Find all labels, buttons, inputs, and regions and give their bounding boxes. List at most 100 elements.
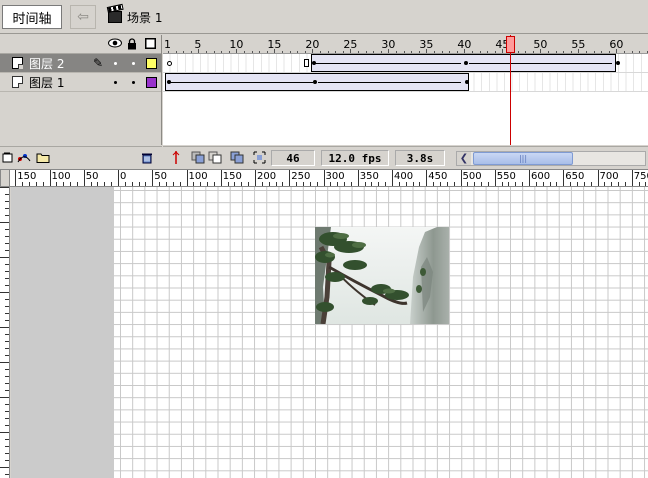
- stage-ruler-tick: [631, 170, 633, 186]
- stage-ruler-tick: [412, 182, 414, 186]
- scroll-thumb[interactable]: |||: [473, 152, 573, 165]
- stage-ruler-tick: [35, 182, 37, 186]
- frame-ruler-tick: [426, 49, 428, 53]
- frame-ruler-tick: [601, 51, 603, 53]
- stage-ruler-tick: [529, 170, 530, 186]
- outline-square-icon[interactable]: [145, 38, 156, 52]
- frame-ruler-tick: [456, 51, 458, 53]
- frame-ruler-tick: [335, 51, 337, 53]
- modify-onion-markers-icon[interactable]: [253, 151, 266, 164]
- stage-ruler-label: 50: [85, 171, 99, 182]
- stage-ruler-tick: [385, 182, 387, 186]
- vertical-ruler-tick: [0, 187, 9, 188]
- stage-ruler-tick: [364, 182, 366, 186]
- back-button[interactable]: ⇦: [70, 5, 96, 29]
- stage-ruler-tick: [165, 182, 167, 186]
- keyframe[interactable]: [465, 80, 469, 84]
- frames-row-layer-1[interactable]: [163, 73, 648, 92]
- vertical-ruler-tick: [5, 194, 9, 195]
- stage-ruler-label: 250: [291, 171, 311, 182]
- stage-canvas[interactable]: [114, 187, 648, 478]
- stage-ruler-tick: [248, 182, 250, 186]
- stage-ruler-tick: [131, 182, 133, 186]
- layer-name: 图层 2: [29, 56, 65, 71]
- keyframe[interactable]: [313, 80, 317, 84]
- vertical-ruler-tick: [0, 467, 9, 468]
- stage-ruler-tick: [638, 182, 640, 186]
- scene-breadcrumb[interactable]: 场景 1: [108, 8, 162, 26]
- layers-header: [0, 35, 161, 54]
- edit-multiple-frames-icon[interactable]: [230, 151, 244, 164]
- playhead-handle[interactable]: [506, 36, 515, 53]
- add-guide-layer-icon[interactable]: [17, 152, 31, 163]
- frame-ruler-tick: [502, 49, 504, 53]
- frame-ruler-tick: [221, 51, 223, 53]
- frame-ruler-tick: [479, 51, 481, 53]
- frame-ruler[interactable]: 1 5 10 15 20 25 30 35 40 45 50 55 60: [163, 35, 648, 54]
- trash-icon[interactable]: [141, 152, 153, 164]
- stage-ruler-tick: [255, 170, 256, 186]
- elapsed-time-field: 3.8s: [395, 150, 445, 166]
- stage-ruler-tick: [611, 182, 613, 186]
- vertical-ruler-tick: [5, 264, 9, 265]
- stage-ruler-tick: [645, 182, 647, 186]
- end-frame-marker[interactable]: [304, 59, 309, 67]
- stage-ruler-label: 550: [496, 171, 516, 182]
- frame-ruler-label: 1: [164, 38, 171, 51]
- visibility-dot[interactable]: [114, 62, 117, 65]
- layer-row-2[interactable]: 图层 2 ✎: [0, 54, 161, 73]
- frame-ruler-tick: [274, 49, 276, 53]
- keyframe[interactable]: [464, 61, 468, 65]
- stage-ruler-label: 700: [599, 171, 619, 182]
- onion-skin-icon[interactable]: [191, 151, 205, 164]
- timeline-toggle-button[interactable]: 时间轴: [2, 5, 62, 29]
- outline-color-swatch[interactable]: [146, 58, 157, 69]
- timeline-horizontal-scrollbar[interactable]: ❮ |||: [456, 151, 646, 166]
- stage-ruler-label: 200: [257, 171, 277, 182]
- layer-row-1[interactable]: 图层 1: [0, 73, 161, 92]
- stage-ruler-tick: [323, 170, 325, 186]
- clapperboard-icon: [108, 11, 122, 23]
- layers-panel: 图层 2 ✎ 图层 1: [0, 35, 162, 145]
- frame-ruler-tick: [289, 51, 291, 53]
- stage-ruler-tick: [570, 182, 572, 186]
- frames-row-layer-2[interactable]: [163, 54, 648, 73]
- frame-rate-field[interactable]: 12.0 fps: [321, 150, 389, 166]
- visibility-dot[interactable]: [114, 81, 117, 84]
- eye-icon[interactable]: [108, 38, 122, 51]
- lock-icon[interactable]: [127, 38, 137, 53]
- ruler-corner: [0, 169, 10, 187]
- stage-ruler-tick: [296, 182, 298, 186]
- frame-ruler-tick: [532, 51, 534, 53]
- stage-ruler-tick: [302, 182, 304, 186]
- stage-ruler-label: 650: [565, 171, 585, 182]
- keyframe[interactable]: [616, 61, 620, 65]
- empty-keyframe[interactable]: [167, 61, 172, 66]
- insert-folder-icon[interactable]: [36, 152, 50, 163]
- insert-layer-icon[interactable]: [2, 152, 14, 163]
- keyframe[interactable]: [312, 61, 316, 65]
- lock-dot[interactable]: [132, 81, 135, 84]
- vertical-ruler-tick: [0, 292, 9, 293]
- stage-ruler-tick: [56, 182, 58, 186]
- keyframe[interactable]: [167, 80, 171, 84]
- frame-ruler-tick: [472, 51, 473, 53]
- stage-ruler-tick: [556, 182, 558, 186]
- stage-ruler-tick: [275, 182, 277, 186]
- stage-ruler-tick: [90, 182, 92, 186]
- frame-ruler-tick: [570, 51, 572, 53]
- stage-ruler-tick: [535, 182, 537, 186]
- frame-ruler-tick: [282, 51, 283, 53]
- stage-ruler-tick: [28, 182, 30, 186]
- center-frame-icon[interactable]: [171, 151, 184, 164]
- onion-skin-outlines-icon[interactable]: [208, 151, 222, 164]
- frame-ruler-tick: [373, 51, 375, 53]
- pine-tree-photo[interactable]: [315, 227, 449, 324]
- lock-dot[interactable]: [132, 62, 135, 65]
- stage-ruler-tick: [542, 182, 544, 186]
- current-frame-field[interactable]: 46: [271, 150, 315, 166]
- scroll-left-arrow-icon[interactable]: ❮: [457, 152, 471, 165]
- outline-color-swatch[interactable]: [146, 77, 157, 88]
- elapsed-time-value: 3.8s: [406, 151, 434, 165]
- vertical-ruler-tick: [5, 306, 9, 307]
